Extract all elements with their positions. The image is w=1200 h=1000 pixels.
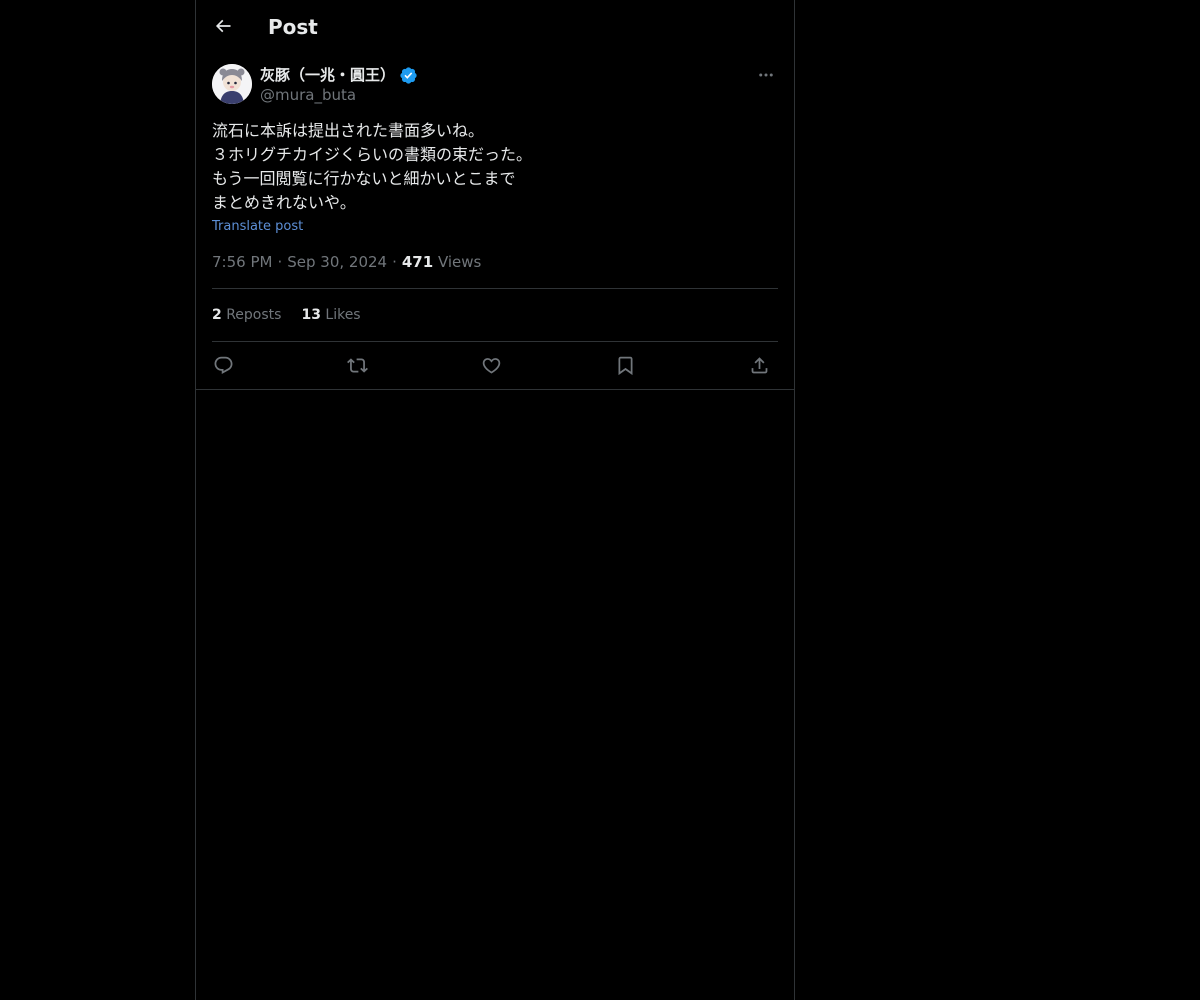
post-stats: 2 Reposts 13 Likes [212, 305, 381, 325]
repost-icon [346, 357, 368, 373]
reply-icon [214, 356, 232, 374]
divider [196, 389, 794, 390]
share-icon [751, 356, 767, 373]
post-time[interactable]: 7:56 PM [212, 253, 272, 271]
avatar[interactable] [212, 64, 252, 104]
likes-label: Likes [325, 307, 361, 323]
page-title: Post [268, 15, 318, 39]
views-label: Views [437, 253, 482, 271]
display-name-row: 灰豚（一兆・圓王） [260, 64, 418, 86]
more-options-button[interactable] [754, 64, 778, 86]
divider [212, 288, 778, 289]
bookmark-button[interactable] [606, 346, 644, 384]
post-author: 灰豚（一兆・圓王） @mura_buta [212, 64, 778, 106]
meta-separator: · [392, 253, 397, 271]
translate-post-link[interactable]: Translate post [212, 217, 303, 237]
verified-badge-icon[interactable] [399, 66, 418, 85]
reply-button[interactable] [204, 346, 242, 384]
like-button[interactable] [472, 346, 510, 384]
likes-count: 13 [301, 307, 321, 323]
arrow-left-icon [215, 19, 231, 33]
main-column: Post 灰豚（一兆・圓王） @mura_buta 流石に本訴は提出された書面多… [195, 0, 795, 1000]
views-count: 471 [401, 253, 434, 271]
divider [212, 341, 778, 342]
back-button[interactable] [206, 9, 240, 43]
reposts-stat[interactable]: 2 Reposts [212, 305, 281, 325]
meta-separator: · [277, 253, 283, 271]
bookmark-icon [618, 356, 632, 375]
user-handle[interactable]: @mura_buta [260, 85, 356, 105]
repost-button[interactable] [338, 346, 376, 384]
reposts-label: Reposts [226, 307, 282, 323]
reposts-count: 2 [212, 307, 222, 323]
like-icon [482, 357, 500, 374]
post-meta: 7:56 PM · Sep 30, 2024 · 471 Views [212, 252, 481, 272]
action-bar [212, 346, 778, 384]
post-text: 流石に本訴は提出された書面多いね。 ３ホリグチカイジくらいの書類の束だった。 も… [212, 121, 533, 212]
more-horizontal-icon [759, 73, 773, 77]
likes-stat[interactable]: 13 Likes [301, 305, 360, 325]
share-button[interactable] [740, 346, 778, 384]
post-date[interactable]: Sep 30, 2024 [287, 253, 387, 271]
display-name[interactable]: 灰豚（一兆・圓王） [260, 64, 395, 86]
top-bar: Post [196, 0, 794, 54]
avatar-image [212, 64, 252, 104]
